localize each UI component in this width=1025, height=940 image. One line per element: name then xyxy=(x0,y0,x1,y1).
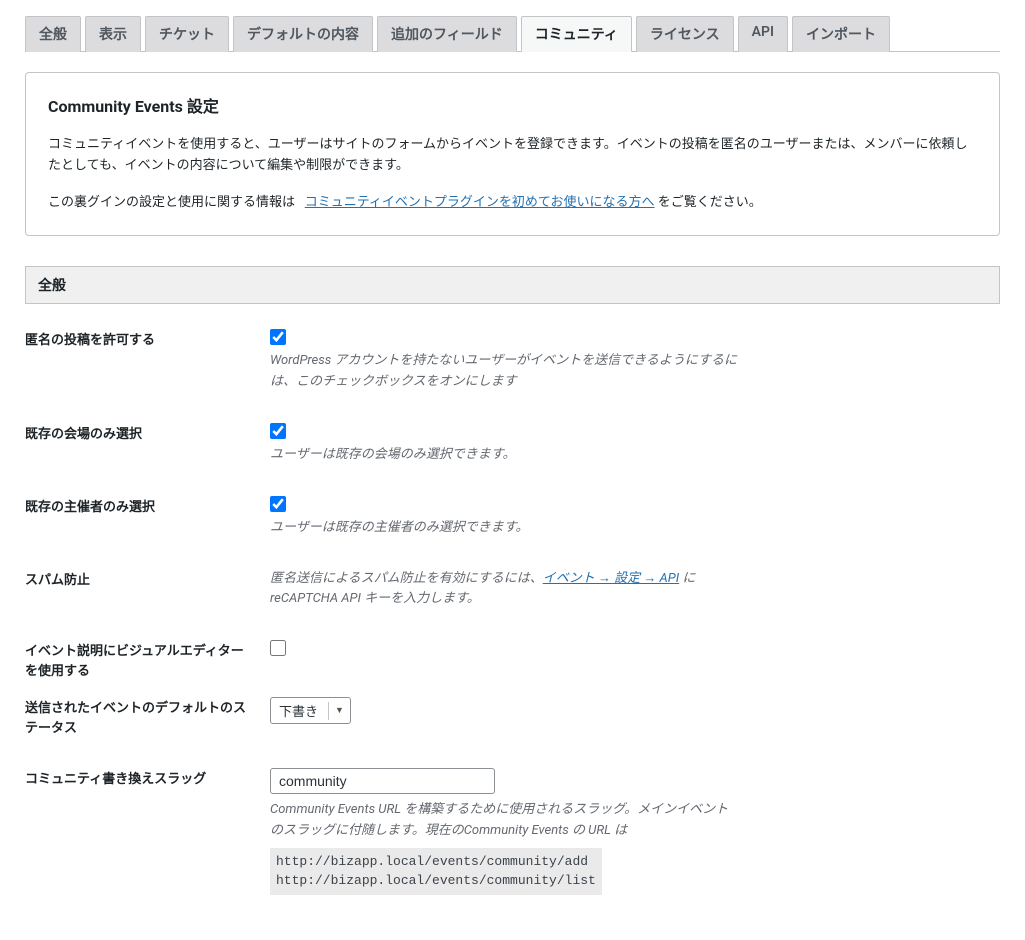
desc-existing-organizers-only: ユーザーは既存の主催者のみ選択できます。 xyxy=(270,518,740,539)
select-default-status-value: 下書き xyxy=(279,701,318,720)
label-default-status: 送信されたイベントのデフォルトのステータス xyxy=(25,697,270,738)
label-spam-prevention: スパム防止 xyxy=(25,569,270,591)
intro-link-getting-started[interactable]: コミュニティイベントプラグインを初めてお使いになる方へ xyxy=(305,195,655,210)
url-list: http://bizapp.local/events/community/add… xyxy=(270,848,602,895)
url-add: http://bizapp.local/events/community/add xyxy=(276,854,588,869)
intro-heading: Community Events 設定 xyxy=(48,93,977,117)
url-list-item: http://bizapp.local/events/community/lis… xyxy=(276,873,596,888)
tab-import[interactable]: インポート xyxy=(792,16,890,52)
checkbox-allow-anonymous[interactable] xyxy=(270,329,286,345)
intro-p1: コミュニティイベントを使用すると、ユーザーはサイトのフォームからイベントを登録で… xyxy=(48,135,977,177)
tab-community[interactable]: コミュニティ xyxy=(521,16,632,52)
label-allow-anonymous: 匿名の投稿を許可する xyxy=(25,329,270,351)
desc-existing-venues-only: ユーザーは既存の会場のみ選択できます。 xyxy=(270,445,740,466)
desc-spam-prevention: 匿名送信によるスパム防止を有効にするには、イベント → 設定 → API にre… xyxy=(270,569,740,611)
tab-additional-fields[interactable]: 追加のフィールド xyxy=(377,16,517,52)
tab-display[interactable]: 表示 xyxy=(85,16,141,52)
tab-general[interactable]: 全般 xyxy=(25,16,81,52)
section-header-general: 全般 xyxy=(25,266,1000,304)
intro-panel: Community Events 設定 コミュニティイベントを使用すると、ユーザ… xyxy=(25,72,1000,236)
link-events-settings-api[interactable]: イベント → 設定 → API xyxy=(543,571,679,586)
tab-defaults[interactable]: デフォルトの内容 xyxy=(233,16,373,52)
label-existing-organizers-only: 既存の主催者のみ選択 xyxy=(25,496,270,518)
label-rewrite-slug: コミュニティ書き換えスラッグ xyxy=(25,768,270,790)
chevron-down-icon: ▼ xyxy=(335,705,344,716)
checkbox-existing-organizers-only[interactable] xyxy=(270,496,286,512)
intro-p2: この裏グインの設定と使用に関する情報は コミュニティイベントプラグインを初めてお… xyxy=(48,193,977,214)
input-rewrite-slug[interactable] xyxy=(270,768,495,794)
tab-license[interactable]: ライセンス xyxy=(636,16,734,52)
desc-allow-anonymous: WordPress アカウントを持たないユーザーがイベントを送信できるようにする… xyxy=(270,351,740,393)
tab-api[interactable]: API xyxy=(738,16,788,52)
select-default-status[interactable]: 下書き ▼ xyxy=(270,697,351,724)
desc-rewrite-slug: Community Events URL を構築するために使用されるスラッグ。メ… xyxy=(270,800,740,842)
settings-tabs: 全般 表示 チケット デフォルトの内容 追加のフィールド コミュニティ ライセン… xyxy=(25,15,1000,52)
tab-tickets[interactable]: チケット xyxy=(145,16,229,52)
checkbox-visual-editor[interactable] xyxy=(270,640,286,656)
label-visual-editor: イベント説明にビジュアルエディターを使用する xyxy=(25,640,270,681)
checkbox-existing-venues-only[interactable] xyxy=(270,423,286,439)
label-existing-venues-only: 既存の会場のみ選択 xyxy=(25,423,270,445)
